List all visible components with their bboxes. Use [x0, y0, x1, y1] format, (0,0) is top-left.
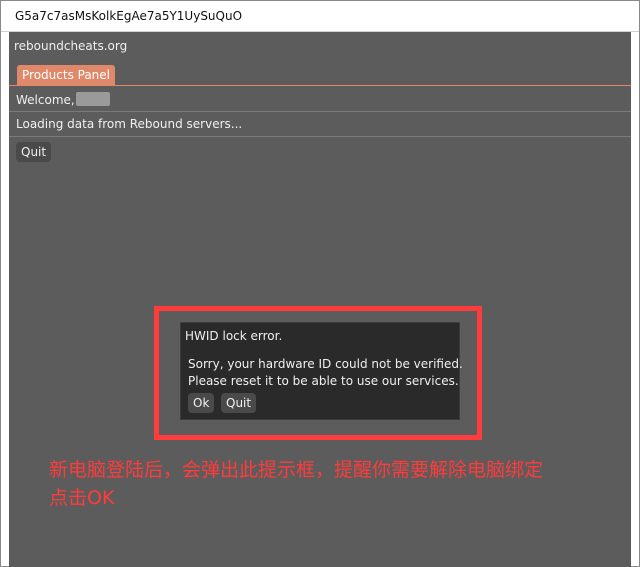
- tab-products-panel[interactable]: Products Panel: [17, 65, 116, 85]
- dialog-ok-button[interactable]: Ok: [188, 393, 215, 413]
- welcome-label: Welcome,: [16, 93, 75, 107]
- annotation-line-2: 点击OK: [49, 487, 115, 509]
- title-bar[interactable]: G5a7c7asMsKolkEgAe7a5Y1UySuQuO: [1, 1, 639, 32]
- hwid-error-dialog: HWID lock error. Sorry, your hardware ID…: [180, 322, 463, 420]
- dialog-message-line-1: Sorry, your hardware ID could not be ver…: [188, 357, 463, 371]
- status-row: Loading data from Rebound servers...: [9, 112, 631, 137]
- dialog-title: HWID lock error.: [185, 329, 283, 343]
- dialog-quit-button[interactable]: Quit: [221, 393, 257, 413]
- site-label: reboundcheats.org: [14, 39, 128, 53]
- app-client-area: reboundcheats.org Products Panel Welcome…: [9, 32, 631, 567]
- annotation-line-1: 新电脑登陆后，会弹出此提示框，提醒你需要解除电脑绑定: [49, 459, 544, 481]
- status-text: Loading data from Rebound servers...: [16, 117, 243, 131]
- quit-button[interactable]: Quit: [16, 142, 52, 162]
- annotation-text: 新电脑登陆后，会弹出此提示框，提醒你需要解除电脑绑定 点击OK: [49, 456, 543, 512]
- window-title: G5a7c7asMsKolkEgAe7a5Y1UySuQuO: [15, 9, 243, 23]
- app-window: G5a7c7asMsKolkEgAe7a5Y1UySuQuO reboundch…: [0, 0, 640, 567]
- dialog-message: Sorry, your hardware ID could not be ver…: [188, 356, 463, 390]
- redacted-username: [75, 92, 110, 106]
- dialog-message-line-2: Please reset it to be able to use our se…: [188, 374, 459, 388]
- welcome-row: Welcome,: [9, 87, 631, 112]
- tab-underline: [9, 85, 631, 86]
